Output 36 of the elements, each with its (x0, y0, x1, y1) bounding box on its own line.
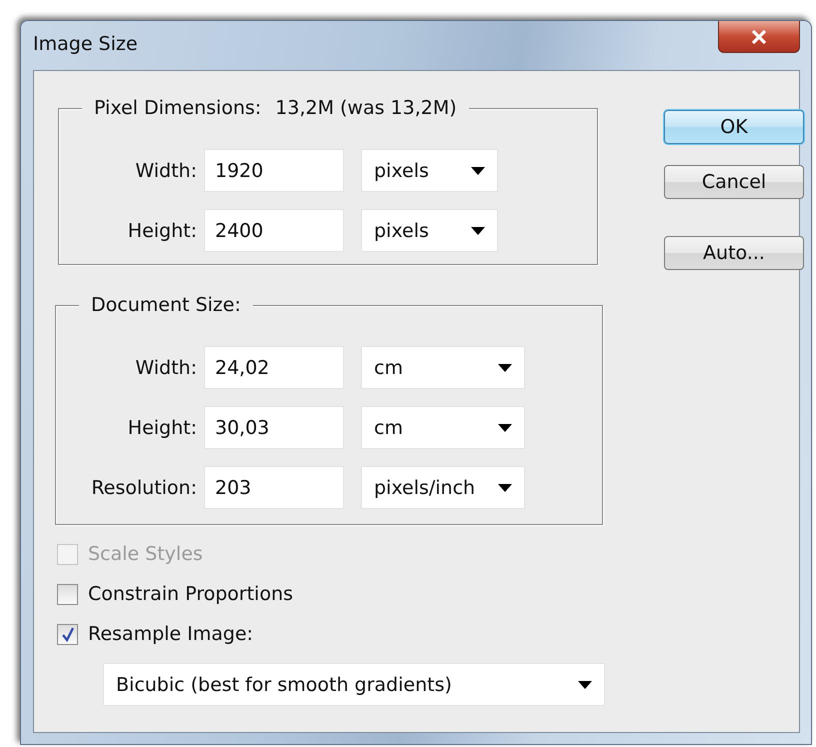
dropdown[interactable]: cm (361, 346, 525, 389)
caret-icon (498, 364, 512, 372)
input-field[interactable]: 1920 (204, 149, 344, 192)
dialog-button[interactable]: Auto... (664, 236, 804, 270)
caret-icon (498, 424, 512, 432)
pixel-size: 13,2M (was 13,2M) (275, 96, 457, 121)
dropdown[interactable]: cm (361, 406, 525, 449)
checkbox[interactable] (57, 624, 78, 644)
close-button[interactable] (718, 21, 800, 53)
field-label: Height: (126, 220, 197, 242)
checkbox-label: Resample Image: (88, 623, 254, 645)
input-field[interactable]: 24,02 (204, 346, 344, 389)
caret-icon (578, 680, 592, 688)
checkbox-label: Constrain Proportions (88, 583, 294, 605)
field-label: Width: (134, 160, 197, 182)
checkbox-label: Scale Styles (88, 543, 203, 565)
group-title: Pixel Dimensions: (94, 96, 262, 121)
input-field[interactable]: 30,03 (204, 406, 344, 449)
field-label: Resolution: (90, 476, 197, 498)
dialog-button[interactable]: OK (664, 110, 804, 144)
field-label: Height: (126, 416, 197, 438)
group-title: Document Size: (91, 293, 241, 318)
caret-icon (471, 166, 485, 174)
dialog-button[interactable]: Cancel (664, 165, 804, 199)
dropdown[interactable]: Bicubic (best for smooth gradients) (103, 663, 605, 706)
checkbox[interactable] (57, 584, 78, 604)
dropdown[interactable]: pixels (361, 209, 498, 252)
caret-icon (471, 226, 485, 234)
input-field[interactable]: 203 (204, 466, 344, 509)
dropdown[interactable]: pixels/inch (361, 466, 525, 509)
input-field[interactable]: 2400 (204, 209, 344, 252)
dropdown[interactable]: pixels (361, 149, 498, 192)
window-title: Image Size (33, 33, 138, 55)
close-icon (751, 30, 767, 44)
caret-icon (498, 484, 512, 492)
field-label: Width: (134, 356, 197, 378)
